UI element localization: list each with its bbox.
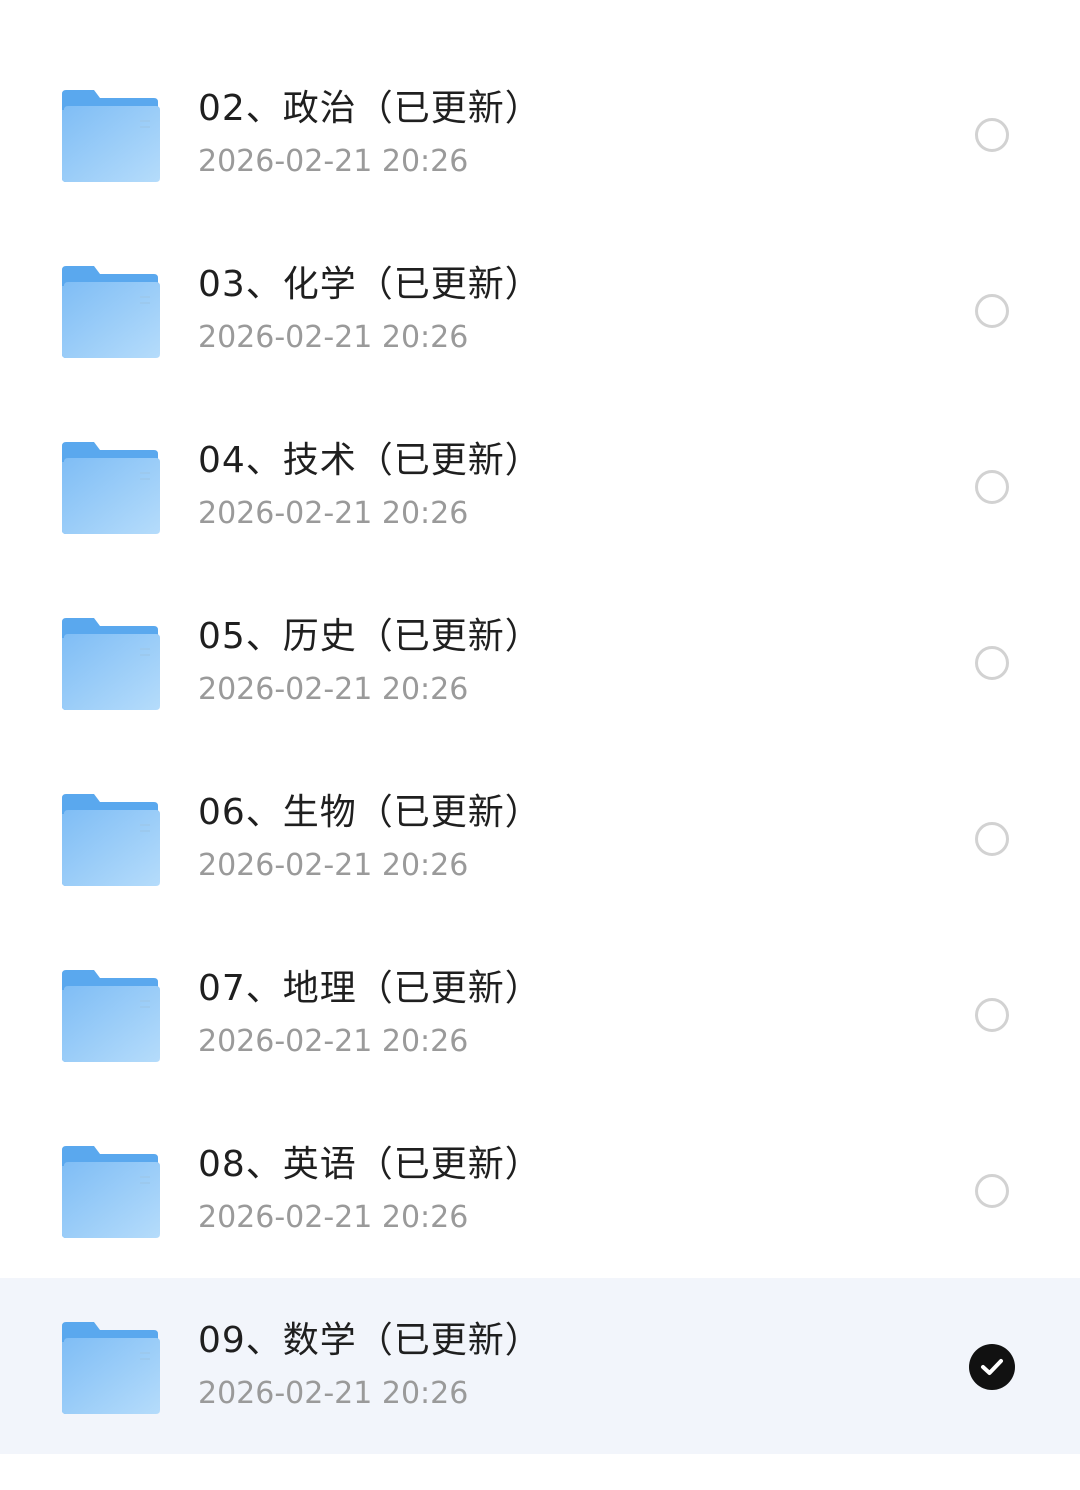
- file-row-6[interactable]: 08、英语（已更新） 2026-02-21 20:26: [0, 1102, 1080, 1278]
- file-date: 2026-02-21 20:26: [198, 320, 469, 355]
- folder-icon: [60, 970, 160, 1062]
- checkmark-icon[interactable]: [969, 1344, 1015, 1390]
- file-row-4[interactable]: 06、生物（已更新） 2026-02-21 20:26: [0, 750, 1080, 926]
- file-name: 07、地理（已更新）: [198, 968, 542, 1009]
- file-date: 2026-02-21 20:26: [198, 1200, 469, 1235]
- radio-unchecked-icon[interactable]: [975, 1174, 1009, 1208]
- file-name: 08、英语（已更新）: [198, 1144, 542, 1185]
- folder-icon: [60, 1146, 160, 1238]
- file-date: 2026-02-21 20:26: [198, 496, 469, 531]
- file-row-0[interactable]: 02、政治（已更新） 2026-02-21 20:26: [0, 46, 1080, 222]
- folder-icon: [60, 266, 160, 358]
- file-name: 02、政治（已更新）: [198, 88, 542, 129]
- file-list: 02、政治（已更新） 2026-02-21 20:26 03、化学（已更新） 2…: [0, 0, 1080, 1490]
- file-date: 2026-02-21 20:26: [198, 1376, 469, 1411]
- radio-unchecked-icon[interactable]: [975, 646, 1009, 680]
- file-date: 2026-02-21 20:26: [198, 672, 469, 707]
- file-row-2[interactable]: 04、技术（已更新） 2026-02-21 20:26: [0, 398, 1080, 574]
- file-name: 09、数学（已更新）: [198, 1320, 542, 1361]
- radio-unchecked-icon[interactable]: [975, 294, 1009, 328]
- file-row-5[interactable]: 07、地理（已更新） 2026-02-21 20:26: [0, 926, 1080, 1102]
- radio-unchecked-icon[interactable]: [975, 822, 1009, 856]
- file-name: 05、历史（已更新）: [198, 616, 542, 657]
- folder-icon: [60, 442, 160, 534]
- file-name: 03、化学（已更新）: [198, 264, 542, 305]
- file-row-3[interactable]: 05、历史（已更新） 2026-02-21 20:26: [0, 574, 1080, 750]
- folder-icon: [60, 90, 160, 182]
- file-date: 2026-02-21 20:26: [198, 848, 469, 883]
- radio-unchecked-icon[interactable]: [975, 998, 1009, 1032]
- file-row-7[interactable]: 09、数学（已更新） 2026-02-21 20:26: [0, 1278, 1080, 1454]
- file-name: 06、生物（已更新）: [198, 792, 542, 833]
- folder-icon: [60, 1322, 160, 1414]
- folder-icon: [60, 618, 160, 710]
- file-name: 04、技术（已更新）: [198, 440, 542, 481]
- folder-icon: [60, 794, 160, 886]
- file-date: 2026-02-21 20:26: [198, 144, 469, 179]
- file-row-1[interactable]: 03、化学（已更新） 2026-02-21 20:26: [0, 222, 1080, 398]
- radio-unchecked-icon[interactable]: [975, 118, 1009, 152]
- file-date: 2026-02-21 20:26: [198, 1024, 469, 1059]
- radio-unchecked-icon[interactable]: [975, 470, 1009, 504]
